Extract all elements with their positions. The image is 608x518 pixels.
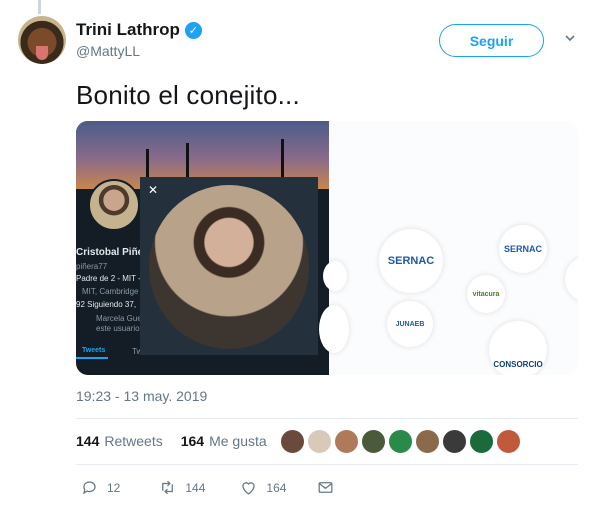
liker-avatar[interactable] <box>388 429 413 454</box>
logo-partial <box>565 257 578 301</box>
author-handle[interactable]: @MattyLL <box>76 43 202 59</box>
profile-photo-large <box>149 185 309 349</box>
logo-partial <box>323 261 347 291</box>
liker-avatar[interactable] <box>415 429 440 454</box>
retweet-button[interactable]: 144 <box>158 478 205 497</box>
logo-sernac: SERNAC <box>379 229 443 293</box>
reply-icon <box>83 481 96 495</box>
liker-avatar[interactable] <box>307 429 332 454</box>
liker-avatar[interactable] <box>334 429 359 454</box>
media-left-screenshot: Cristobal Piñera piñera77 Padre de 2 - M… <box>76 121 329 375</box>
logo-junaeb: JUNAEB <box>387 301 433 347</box>
tweet-actions: 12 144 164 <box>80 478 335 497</box>
logo-consorcio: CONSORCIO <box>489 321 547 375</box>
author-block: Trini Lathrop ✓ @MattyLL <box>76 20 202 59</box>
reply-button[interactable]: 12 <box>80 478 120 497</box>
heart-icon <box>242 482 256 495</box>
likes-count[interactable]: 164 <box>181 433 204 449</box>
liker-avatars <box>280 429 521 454</box>
media-right-logos: SERNAC SERNAC vitacura JUNAEB CONSORCIO <box>319 121 578 375</box>
divider <box>76 418 578 419</box>
verified-icon: ✓ <box>184 21 202 39</box>
direct-message-button[interactable] <box>316 478 335 497</box>
retweet-count: 144 <box>185 480 206 495</box>
author-name[interactable]: Trini Lathrop <box>76 20 180 40</box>
tweet-text: Bonito el conejito... <box>76 80 300 110</box>
reply-count: 12 <box>107 480 121 495</box>
close-icon: ✕ <box>148 183 159 197</box>
envelope-icon <box>318 482 333 493</box>
tweet-timestamp[interactable]: 19:23 - 13 may. 2019 <box>76 388 207 404</box>
likes-label[interactable]: Me gusta <box>209 433 267 449</box>
tab-tweets: Tweets <box>82 347 106 354</box>
profile-handle: piñera77 <box>76 262 108 271</box>
retweets-count[interactable]: 144 <box>76 433 99 449</box>
profile-follow-counts: 92 Siguiendo 37, <box>76 300 137 309</box>
divider <box>76 464 578 465</box>
liker-avatar[interactable] <box>280 429 305 454</box>
follow-button[interactable]: Seguir <box>439 24 544 57</box>
logo-sernac-2: SERNAC <box>499 225 547 273</box>
profile-picture-small <box>88 179 140 231</box>
avatar[interactable] <box>18 16 66 64</box>
retweet-icon <box>162 480 174 495</box>
retweets-label[interactable]: Retweets <box>104 433 162 449</box>
chevron-down-icon[interactable] <box>564 32 576 44</box>
thread-line <box>38 0 41 14</box>
liker-avatar[interactable] <box>361 429 386 454</box>
followed-by-2: este usuario <box>96 324 140 333</box>
tweet-media-image[interactable]: Cristobal Piñera piñera77 Padre de 2 - M… <box>76 121 578 375</box>
tab-underline <box>76 357 108 359</box>
liker-avatar[interactable] <box>469 429 494 454</box>
liker-avatar[interactable] <box>442 429 467 454</box>
engagement-stats: 144 Retweets 164 Me gusta <box>76 433 267 449</box>
liker-avatar[interactable] <box>496 429 521 454</box>
like-button[interactable]: 164 <box>239 478 286 497</box>
logo-partial <box>319 305 349 353</box>
like-count: 164 <box>266 480 287 495</box>
author-name-row[interactable]: Trini Lathrop ✓ <box>76 20 202 40</box>
logo-vitacura: vitacura <box>467 275 505 313</box>
profile-location: MIT, Cambridge <box>82 287 139 296</box>
